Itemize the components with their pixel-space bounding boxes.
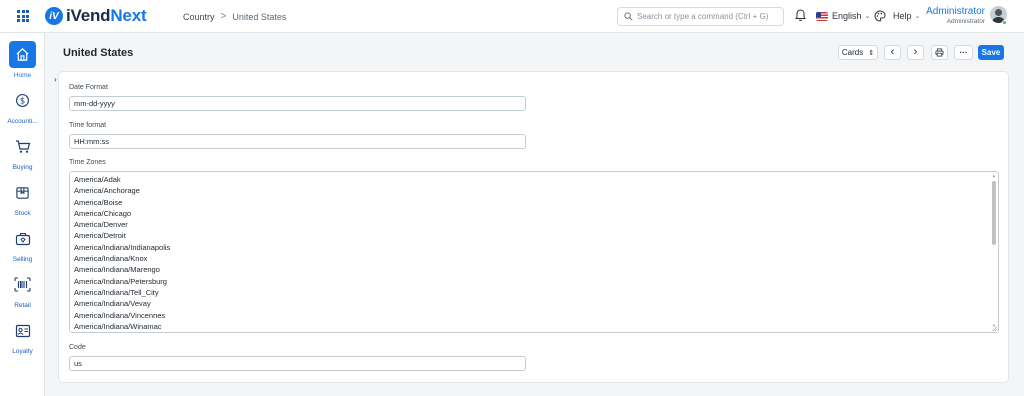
time-format-label: Time format: [69, 122, 107, 129]
date-format-label: Date Format: [69, 84, 108, 91]
sidebar-item-home[interactable]: Home: [0, 41, 45, 79]
page-title: United States: [63, 47, 134, 59]
user-info[interactable]: Administrator Administrator: [926, 6, 985, 25]
language-selector[interactable]: English ⌄: [816, 11, 870, 21]
online-status-dot: [1002, 20, 1007, 25]
theme-palette-icon[interactable]: [874, 10, 886, 22]
time-zone-option: America/Indiana/Vincennes: [74, 310, 166, 320]
scrollbar[interactable]: ▲ ▼: [991, 173, 997, 331]
card-icon: [15, 324, 30, 337]
time-zones-textarea[interactable]: America/Adak America/Anchorage America/Boi…: [69, 171, 999, 333]
time-zone-option: America/Indiana/Petersburg: [74, 276, 167, 286]
sidebar-toggle-chevron-icon[interactable]: ›: [54, 75, 62, 85]
help-menu[interactable]: Help ⌄: [893, 11, 920, 21]
cart-icon: [15, 140, 30, 153]
selling-icon: [15, 232, 30, 246]
time-zone-option: America/Indiana/Indianapolis: [74, 242, 171, 252]
search-icon: [624, 12, 633, 21]
breadcrumb: Country > United States: [183, 11, 286, 22]
date-format-field[interactable]: mm-dd-yyyy: [69, 96, 526, 111]
code-label: Code: [69, 344, 86, 351]
printer-icon: [935, 48, 944, 57]
sidebar-item-retail[interactable]: Retail: [0, 271, 45, 309]
sidebar: Home $ Accounti... Buying Stock Selling …: [0, 33, 45, 396]
chevron-left-icon: ‹: [890, 46, 895, 58]
bell-icon[interactable]: [795, 9, 806, 22]
sidebar-item-label: Loyalty: [12, 348, 33, 355]
cards-label: Cards: [841, 48, 864, 57]
sidebar-item-accounting[interactable]: $ Accounti...: [0, 87, 45, 125]
breadcrumb-separator: >: [220, 11, 227, 22]
sidebar-item-label: Selling: [12, 256, 33, 263]
time-zone-option: America/Chicago: [74, 208, 132, 218]
sidebar-item-label: Stock: [14, 210, 31, 217]
time-zone-option: America/Indiana/Tell_City: [74, 287, 159, 297]
time-format-field[interactable]: HH:mm:ss: [69, 134, 526, 149]
chevron-down-icon: ⌄: [864, 13, 871, 20]
time-zone-option: America/Boise: [74, 197, 123, 207]
sidebar-item-stock[interactable]: Stock: [0, 179, 45, 217]
app-name: iVendNext: [66, 6, 147, 25]
time-zones-label: Time Zones: [69, 159, 106, 166]
language-label: English: [832, 11, 862, 21]
time-zone-option: America/Indiana/Knox: [74, 254, 148, 264]
search-input[interactable]: [637, 12, 777, 21]
search-bar[interactable]: [617, 7, 784, 26]
resize-handle-icon[interactable]: [992, 326, 997, 331]
sidebar-item-label: Buying: [12, 164, 33, 171]
scroll-up-icon[interactable]: ▲: [992, 173, 996, 178]
sidebar-item-buying[interactable]: Buying: [0, 133, 45, 171]
more-dots-icon: ···: [959, 48, 968, 57]
time-zone-option: America/Anchorage: [74, 186, 140, 196]
previous-record-button[interactable]: ‹: [884, 45, 901, 60]
app-grid-icon[interactable]: [17, 10, 29, 22]
user-name: Administrator: [926, 6, 985, 17]
scrollbar-thumb[interactable]: [992, 181, 996, 245]
top-navbar: iV iVendNext Country > United States Eng…: [0, 0, 1024, 33]
breadcrumb-country[interactable]: Country: [183, 12, 215, 22]
app-logo[interactable]: iV iVendNext: [45, 6, 147, 26]
box-icon: [16, 187, 29, 199]
breadcrumb-current[interactable]: United States: [232, 12, 286, 22]
home-icon: [16, 48, 29, 61]
code-field[interactable]: us: [69, 356, 526, 371]
next-record-button[interactable]: ›: [907, 45, 924, 60]
sidebar-item-loyalty[interactable]: Loyalty: [0, 317, 45, 355]
barcode-icon: [14, 277, 31, 292]
time-zone-option: America/Detroit: [74, 231, 126, 241]
sidebar-item-label: Retail: [14, 302, 31, 309]
time-zone-option: America/Adak: [74, 175, 121, 184]
sidebar-item-selling[interactable]: Selling: [0, 225, 45, 263]
sidebar-item-label: Home: [13, 72, 32, 79]
sort-arrows-icon: ⇕: [868, 49, 875, 57]
us-flag-icon: [816, 11, 828, 21]
chevron-down-icon: ⌄: [914, 13, 921, 20]
logo-mark-icon: iV: [45, 7, 63, 25]
help-label: Help: [893, 11, 912, 21]
cards-view-button[interactable]: Cards ⇕: [838, 45, 878, 60]
time-zone-option: America/Denver: [74, 220, 128, 230]
more-actions-button[interactable]: ···: [954, 45, 973, 60]
save-button[interactable]: Save: [978, 45, 1004, 60]
dollar-icon: $: [16, 94, 29, 107]
print-button[interactable]: [931, 45, 948, 60]
time-zone-option: America/Indiana/Marengo: [74, 265, 160, 275]
user-role: Administrator: [946, 18, 985, 25]
svg-text:$: $: [20, 96, 25, 106]
sidebar-item-label: Accounti...: [7, 118, 38, 125]
time-zones-list: America/Adak America/Anchorage America/Boi…: [70, 172, 998, 332]
time-zone-option: America/Indiana/Vevay: [74, 299, 151, 309]
chevron-right-icon: ›: [913, 46, 918, 58]
time-zone-option: America/Indiana/Winamac: [74, 321, 162, 331]
